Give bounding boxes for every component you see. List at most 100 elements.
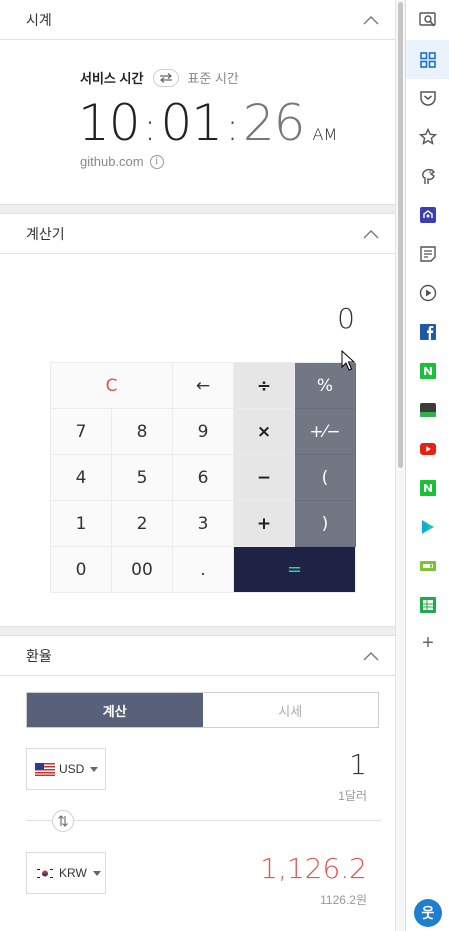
calculator-keypad: C ← ÷ % 7 8 9 × +⁄− 4 5 6 − ( 1 2 3 + ) …: [50, 362, 356, 593]
clock-colon: :: [143, 105, 157, 149]
play-store-button[interactable]: [406, 507, 449, 546]
dino-button[interactable]: [406, 156, 449, 195]
double-zero-key[interactable]: 00: [112, 547, 173, 593]
clock-body: 서비스 시간 표준 시간 10 : 01 : 26 AM github.com …: [0, 40, 395, 204]
left-paren-key[interactable]: (: [295, 455, 356, 501]
media-player-button[interactable]: [406, 273, 449, 312]
search-window-button[interactable]: [406, 0, 449, 39]
search-window-icon: [419, 11, 436, 26]
clock-hour: 10: [78, 94, 141, 152]
digit-7-key[interactable]: 7: [51, 409, 112, 455]
webtoon-icon: [420, 402, 436, 417]
digit-0-key[interactable]: 0: [51, 547, 112, 593]
profile-icon: 웃: [414, 898, 442, 927]
calculator-body: 0 C ← ÷ % 7 8 9 × +⁄− 4 5 6 − ( 1 2 3 + …: [0, 254, 395, 626]
us-flag-icon: [35, 762, 55, 776]
calculator-header[interactable]: 계산기: [0, 214, 395, 254]
exchange-header[interactable]: 환율: [0, 636, 395, 676]
chevron-up-icon[interactable]: [363, 15, 379, 25]
mouse-cursor-icon: [341, 350, 355, 371]
scrollbar-thumb[interactable]: [398, 2, 403, 468]
clock-source: github.com i: [80, 154, 164, 169]
equals-key[interactable]: =: [234, 547, 356, 593]
digit-4-key[interactable]: 4: [51, 455, 112, 501]
dropdown-caret-icon: [92, 870, 101, 876]
pocket-button[interactable]: [406, 78, 449, 117]
from-currency-code: USD: [59, 762, 85, 776]
digit-2-key[interactable]: 2: [112, 501, 173, 547]
memo-icon: [420, 245, 436, 262]
naver-blog-button[interactable]: [406, 468, 449, 507]
swap-arrows-icon: [160, 72, 173, 83]
vpn-button[interactable]: [406, 195, 449, 234]
plus-key[interactable]: +: [234, 501, 295, 547]
play-circle-icon: [419, 284, 437, 301]
right-paren-key[interactable]: ): [295, 501, 356, 547]
swap-divider: [26, 820, 381, 821]
swap-currency-button[interactable]: [52, 810, 74, 832]
widgets-grid-icon: [420, 51, 436, 68]
clock-title: 시계: [26, 11, 52, 28]
widgets-button[interactable]: [406, 40, 449, 79]
digit-1-key[interactable]: 1: [51, 501, 112, 547]
info-icon[interactable]: i: [149, 154, 164, 169]
backspace-key[interactable]: ←: [173, 363, 234, 409]
calculator-display: 0: [337, 302, 355, 335]
digit-3-key[interactable]: 3: [173, 501, 234, 547]
tab-service-time[interactable]: 서비스 시간: [80, 68, 143, 87]
side-panel: 시계 서비스 시간 표준 시간 10 : 01 : 26 AM github.c…: [0, 0, 396, 931]
sheet-button[interactable]: [406, 585, 449, 624]
add-widget-button[interactable]: +: [406, 624, 449, 663]
clock-second: 26: [242, 94, 306, 152]
tab-rates[interactable]: 시세: [202, 693, 378, 727]
minus-key[interactable]: −: [234, 455, 295, 501]
clock-header[interactable]: 시계: [0, 0, 395, 40]
from-amount[interactable]: 1: [349, 748, 367, 781]
memo-button[interactable]: [406, 234, 449, 273]
bookmarks-button[interactable]: [406, 117, 449, 156]
clear-key[interactable]: C: [51, 363, 173, 409]
clock-source-text: github.com: [80, 154, 144, 169]
tab-calculate[interactable]: 계산: [27, 693, 203, 727]
vpn-icon: [420, 206, 436, 223]
right-sidebar: + 웃: [405, 0, 449, 931]
plus-minus-key[interactable]: +⁄−: [295, 409, 356, 455]
youtube-icon: [420, 442, 436, 455]
section-divider: [0, 204, 395, 214]
decimal-key[interactable]: .: [173, 547, 234, 593]
ticket-button[interactable]: [406, 546, 449, 585]
from-amount-label: 1달러: [338, 789, 367, 803]
scrollbar[interactable]: [396, 0, 405, 931]
digit-6-key[interactable]: 6: [173, 455, 234, 501]
clock-ampm: AM: [312, 125, 338, 144]
dropdown-caret-icon: [90, 766, 99, 772]
tab-standard-time[interactable]: 표준 시간: [187, 68, 238, 87]
to-currency-select[interactable]: KRW: [26, 852, 106, 894]
from-currency-select[interactable]: USD: [26, 748, 106, 790]
to-amount[interactable]: 1,126.2: [260, 852, 367, 885]
sheet-icon: [420, 596, 436, 613]
webtoon-button[interactable]: [406, 390, 449, 429]
multiply-key[interactable]: ×: [234, 409, 295, 455]
to-currency-code: KRW: [59, 866, 87, 880]
swap-time-button[interactable]: [153, 68, 180, 87]
digit-5-key[interactable]: 5: [112, 455, 173, 501]
profile-button[interactable]: 웃: [406, 893, 449, 931]
exchange-tabs: 계산 시세: [26, 692, 379, 728]
chevron-up-icon[interactable]: [363, 651, 379, 661]
clock-colon: :: [226, 105, 239, 149]
clock-time: 10 : 01 : 26 AM: [78, 94, 337, 152]
youtube-button[interactable]: [406, 429, 449, 468]
facebook-button[interactable]: [406, 312, 449, 351]
chevron-up-icon[interactable]: [363, 229, 379, 239]
dino-icon: [422, 168, 435, 184]
naver-button[interactable]: [406, 351, 449, 390]
naver-icon: [420, 362, 436, 379]
digit-8-key[interactable]: 8: [112, 409, 173, 455]
pocket-icon: [420, 90, 436, 106]
digit-9-key[interactable]: 9: [173, 409, 234, 455]
ticket-icon: [420, 560, 436, 571]
clock-minute: 01: [160, 94, 223, 152]
naver-blog-icon: [420, 479, 436, 496]
divide-key[interactable]: ÷: [234, 363, 295, 409]
